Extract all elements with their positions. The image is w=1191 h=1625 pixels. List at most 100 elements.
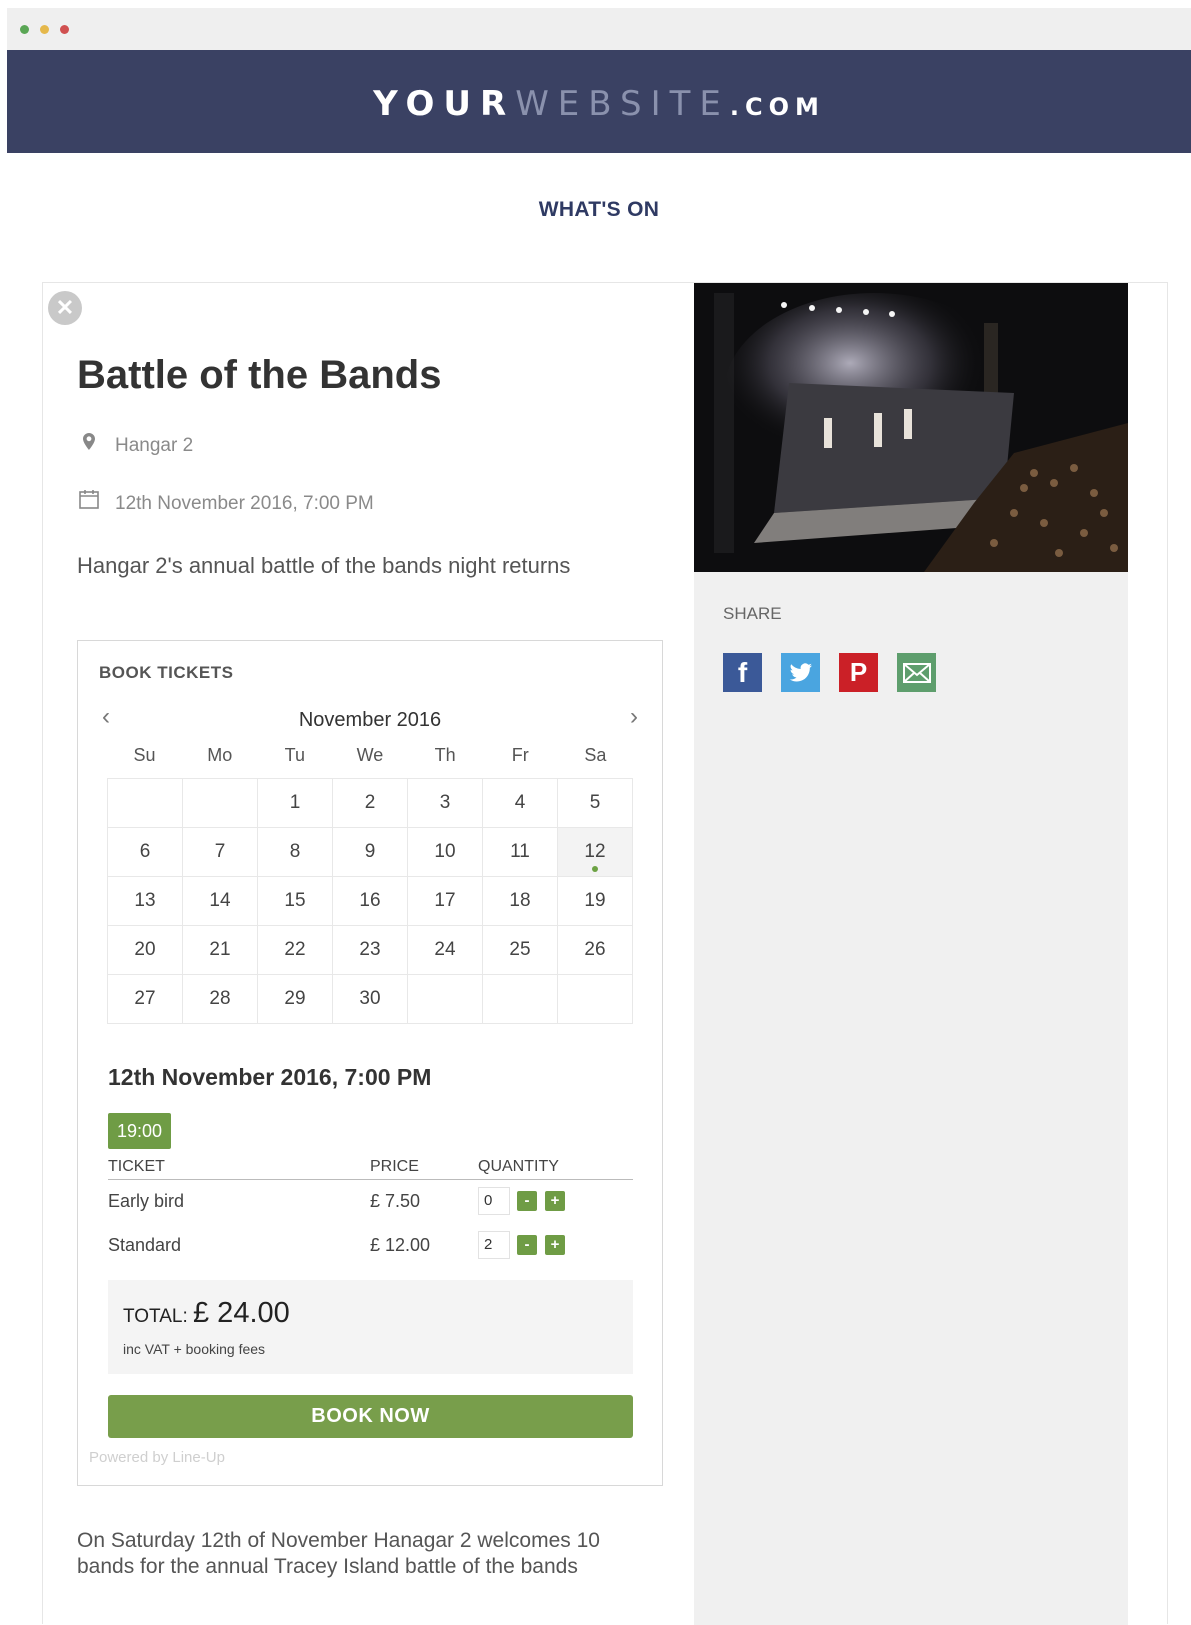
window-dot-green[interactable] (20, 25, 29, 34)
column-ticket: TICKET (108, 1158, 165, 1175)
weekday-label: Tu (284, 745, 306, 765)
calendar-day[interactable]: 2 (332, 778, 408, 828)
event-title: Battle of the Bands (77, 353, 442, 397)
calendar-day[interactable]: 25 (482, 925, 558, 975)
calendar-day[interactable]: 8 (257, 827, 333, 877)
calendar-weekday-header: Su Mo Tu We Th Fr Sa (107, 745, 633, 766)
date-text: 12th November 2016, 7:00 PM (115, 493, 374, 514)
ticket-name: Standard (108, 1235, 182, 1255)
calendar-day[interactable]: 4 (482, 778, 558, 828)
calendar-day[interactable]: 17 (407, 876, 483, 926)
close-icon[interactable]: ✕ (48, 291, 82, 325)
increase-quantity-button[interactable]: + (545, 1191, 565, 1211)
book-now-button[interactable]: BOOK NOW (108, 1395, 633, 1438)
calendar-day[interactable]: 7 (182, 827, 258, 877)
calendar-day[interactable]: 27 (107, 974, 183, 1024)
calendar-day[interactable]: 23 (332, 925, 408, 975)
ticket-table-header: TICKET PRICE QUANTITY (108, 1156, 633, 1180)
total-note: inc VAT + booking fees (123, 1341, 266, 1357)
calendar-day[interactable]: 14 (182, 876, 258, 926)
calendar-day[interactable]: 26 (557, 925, 633, 975)
calendar-day[interactable]: 13 (107, 876, 183, 926)
calendar-icon (77, 489, 101, 515)
calendar-day[interactable]: 11 (482, 827, 558, 877)
logo-part-com: .COM (729, 93, 825, 121)
calendar-week-row: 6 7 8 9 10 11 12 (107, 827, 633, 877)
calendar-day[interactable]: 16 (332, 876, 408, 926)
calendar-empty-cell (482, 974, 558, 1024)
selected-datetime: 12th November 2016, 7:00 PM (108, 1064, 432, 1090)
calendar-day[interactable]: 6 (107, 827, 183, 877)
column-price: PRICE (370, 1158, 419, 1175)
calendar-empty-cell (182, 778, 258, 828)
calendar-day[interactable]: 15 (257, 876, 333, 926)
calendar-day[interactable]: 19 (557, 876, 633, 926)
calendar-week-row: 12345 (107, 778, 633, 828)
map-pin-icon (77, 433, 101, 457)
calendar-day[interactable]: 28 (182, 974, 258, 1024)
logo-part-website: WEBSITE (515, 84, 730, 124)
calendar-empty-cell (107, 778, 183, 828)
time-slot-button[interactable]: 19:00 (108, 1113, 171, 1149)
calendar-day[interactable]: 1 (257, 778, 333, 828)
venue-text: Hangar 2 (115, 435, 194, 456)
calendar-empty-cell (407, 974, 483, 1024)
browser-chrome (7, 8, 1191, 50)
decrease-quantity-button[interactable]: - (517, 1235, 537, 1255)
calendar-day[interactable]: 24 (407, 925, 483, 975)
email-icon[interactable] (897, 653, 936, 692)
calendar-day[interactable]: 29 (257, 974, 333, 1024)
event-photo (694, 283, 1128, 572)
ticket-row: Early bird £ 7.50 0 - + (108, 1187, 633, 1217)
total-amount: £ 24.00 (193, 1297, 290, 1329)
total-label: TOTAL: (123, 1306, 188, 1327)
booking-widget: BOOK TICKETS ‹ November 2016 › Su Mo Tu We T… (77, 640, 663, 1486)
booking-heading: BOOK TICKETS (99, 663, 234, 682)
window-dot-yellow[interactable] (40, 25, 49, 34)
calendar-day[interactable]: 18 (482, 876, 558, 926)
page-section-title[interactable]: WHAT'S ON (7, 198, 1191, 222)
calendar-day[interactable]: 3 (407, 778, 483, 828)
facebook-icon[interactable]: f (723, 653, 762, 692)
event-description: On Saturday 12th of November Hanagar 2 w… (77, 1529, 600, 1578)
chevron-right-icon[interactable]: › (630, 703, 638, 731)
powered-by-link[interactable]: Powered by Line-Up (89, 1449, 225, 1466)
calendar-day[interactable]: 10 (407, 827, 483, 877)
increase-quantity-button[interactable]: + (545, 1235, 565, 1255)
event-card: ✕ Battle of the Bands Hangar 2 12th Nove… (42, 282, 1168, 1625)
calendar-empty-cell (557, 974, 633, 1024)
column-quantity: QUANTITY (478, 1158, 559, 1175)
calendar-week-row: 20 21 22 23 24 25 26 (107, 925, 633, 975)
event-venue: Hangar 2 (77, 433, 193, 457)
share-label: SHARE (723, 604, 782, 623)
quantity-input[interactable]: 2 (478, 1231, 510, 1259)
window-dot-red[interactable] (60, 25, 69, 34)
calendar-day[interactable]: 30 (332, 974, 408, 1024)
ticket-price: £ 7.50 (370, 1191, 421, 1211)
calendar-month-label: November 2016 (298, 709, 442, 731)
browser-window: YOURWEBSITE.COM WHAT'S ON ✕ Battle of th… (7, 8, 1191, 1625)
twitter-icon[interactable] (781, 653, 820, 692)
calendar-day[interactable]: 20 (107, 925, 183, 975)
calendar-grid: 1 2 3 4 5 6 7 8 9 10 11 12 13 14 15 16 17 18 19 20 21 22 23 24 2… (107, 778, 633, 1024)
weekday-label: We (356, 745, 384, 765)
calendar-day[interactable]: 12 (557, 827, 633, 877)
calendar-day[interactable]: 22 (257, 925, 333, 975)
calendar-day[interactable]: 9 (332, 827, 408, 877)
weekday-label: Sa (584, 745, 607, 765)
ticket-name: Early bird (108, 1191, 185, 1211)
pinterest-icon[interactable]: P (839, 653, 878, 692)
calendar-week-row: 27 28 29 30 (107, 974, 633, 1024)
weekday-label: Th (434, 745, 456, 765)
site-logo[interactable]: YOURWEBSITE.COM (7, 84, 1191, 124)
order-total-panel: TOTAL: £ 24.00 inc VAT + booking fees (108, 1280, 633, 1374)
logo-part-your: YOUR (373, 84, 516, 124)
calendar-day[interactable]: 21 (182, 925, 258, 975)
event-tagline: Hangar 2's annual battle of the bands ni… (77, 553, 571, 578)
calendar-day[interactable]: 5 (557, 778, 633, 828)
event-sidebar: SHARE f P (694, 283, 1128, 1625)
quantity-input[interactable]: 0 (478, 1187, 510, 1215)
event-date: 12th November 2016, 7:00 PM (77, 489, 374, 515)
decrease-quantity-button[interactable]: - (517, 1191, 537, 1211)
weekday-label: Mo (207, 745, 233, 765)
